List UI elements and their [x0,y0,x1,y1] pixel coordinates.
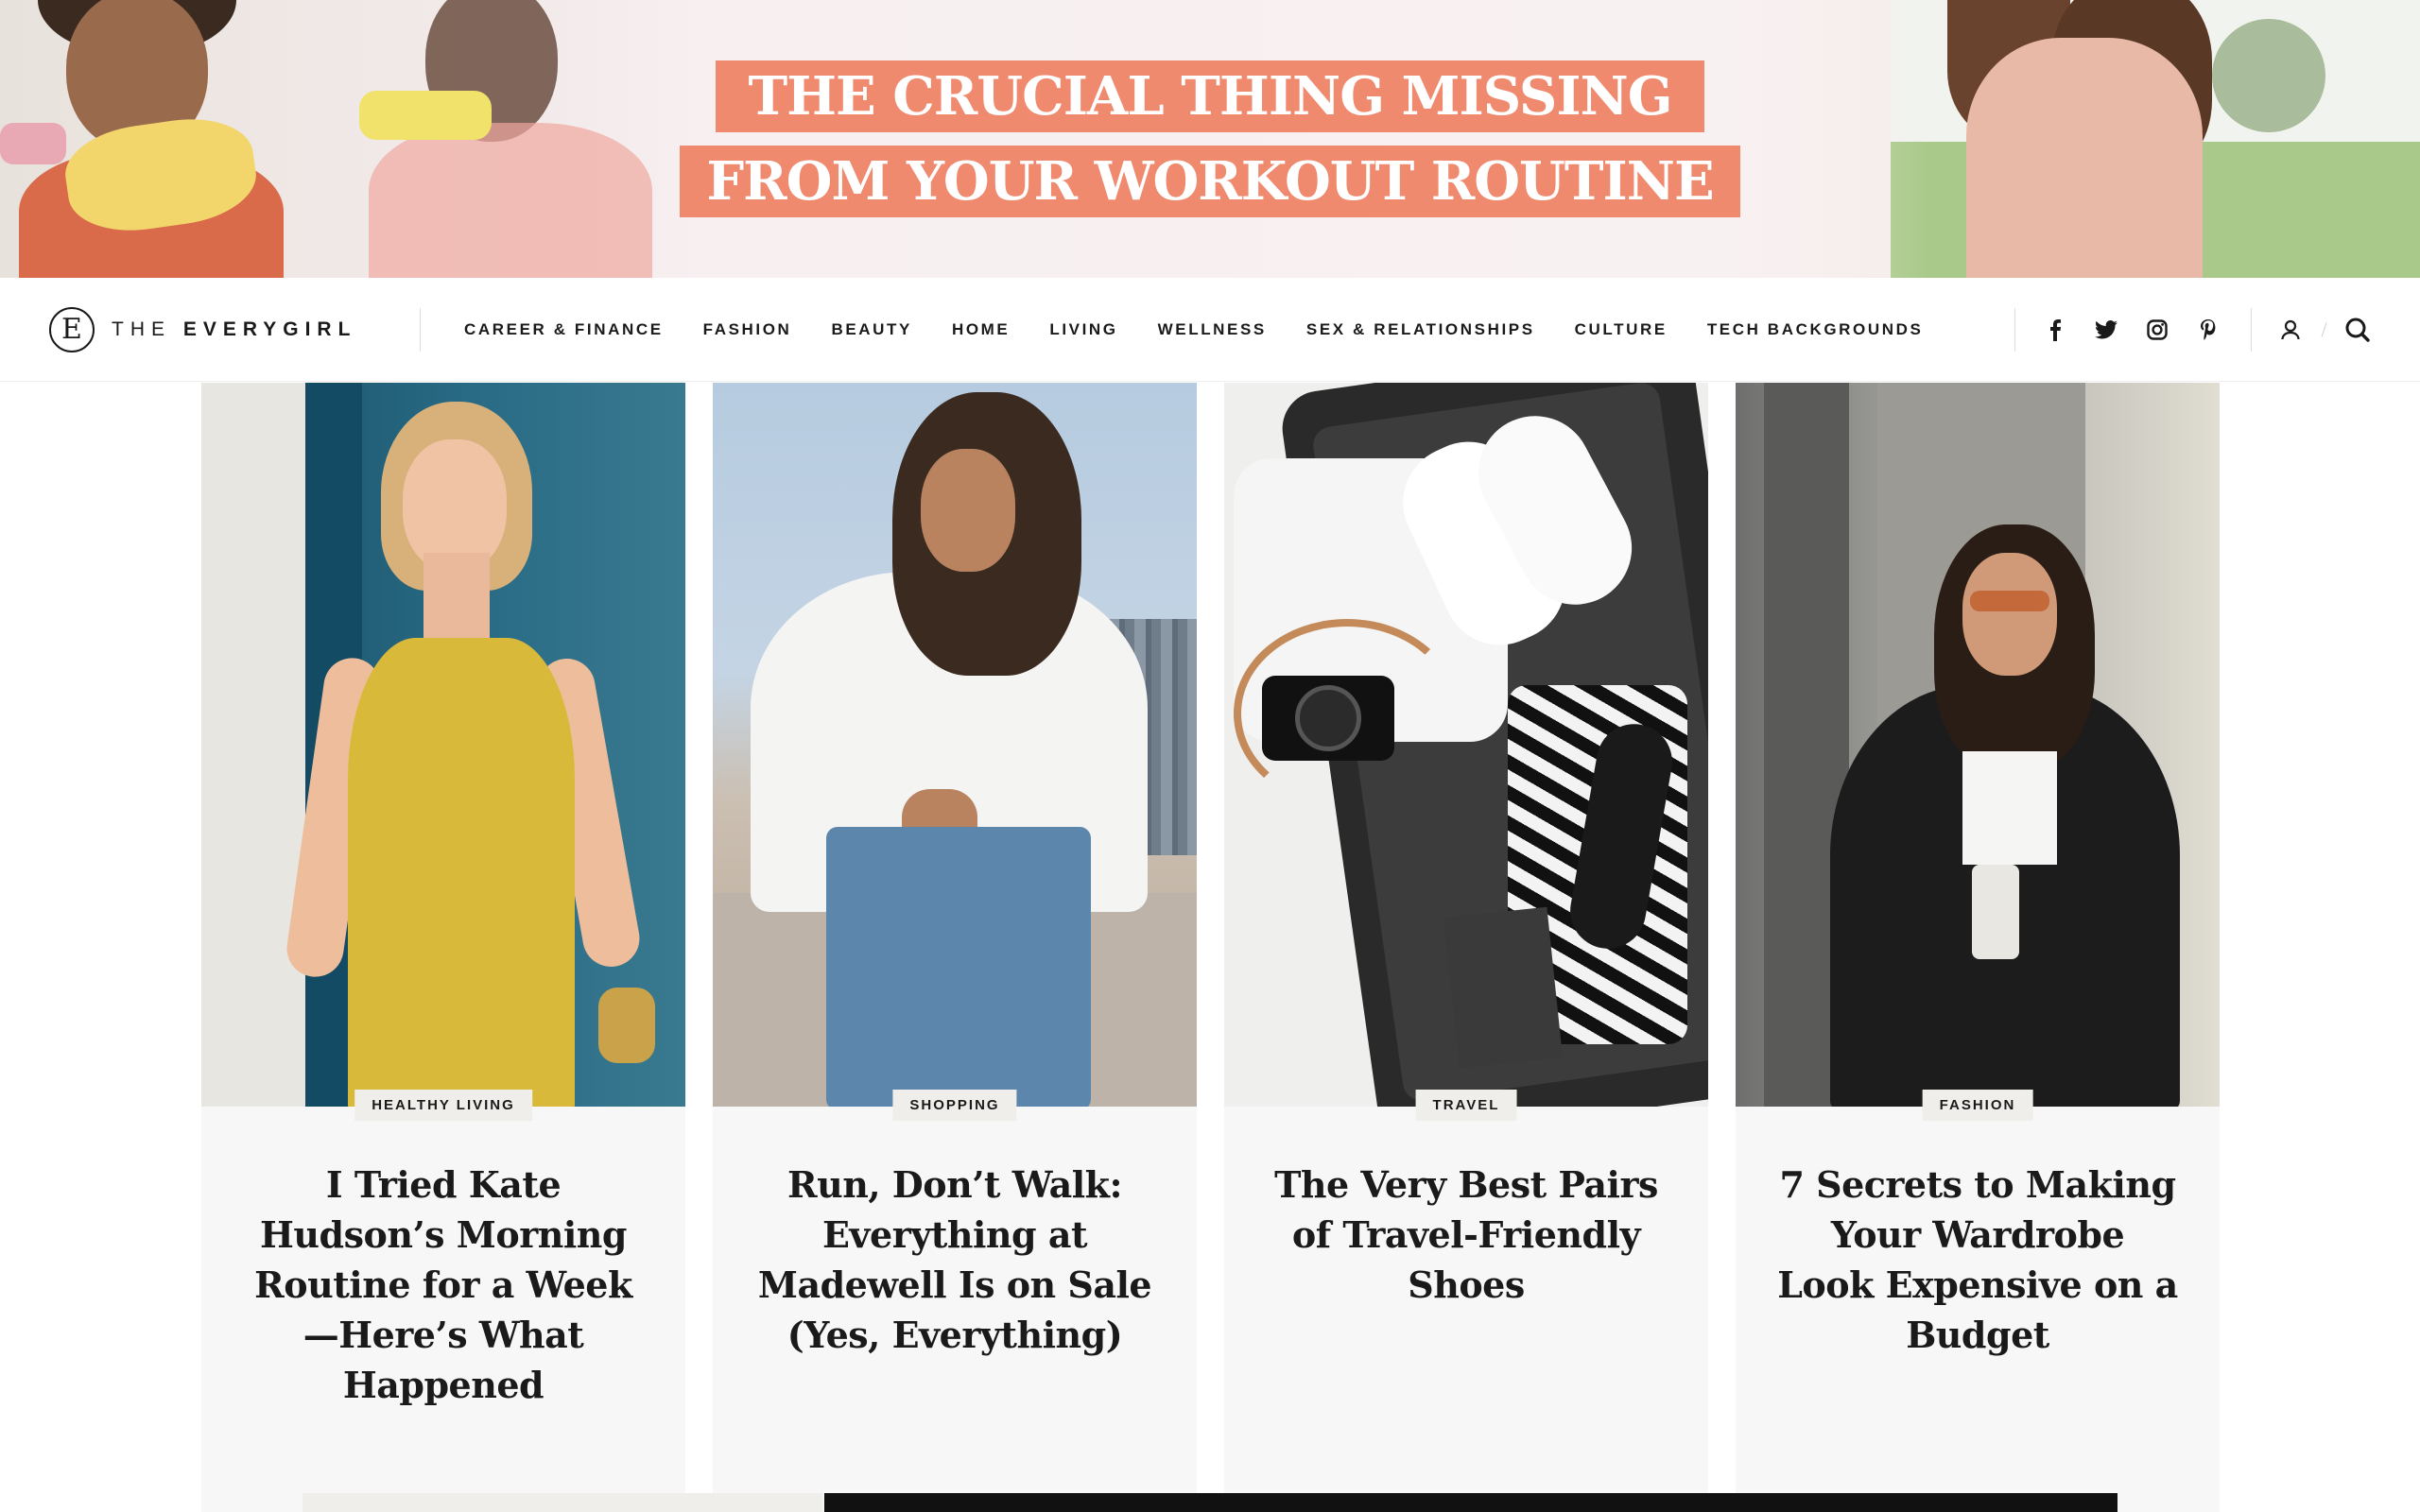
image-backdrop [201,383,305,1107]
article-title[interactable]: Run, Don’t Walk: Everything at Madewell … [754,1160,1155,1360]
category-tag[interactable]: SHOPPING [892,1090,1017,1121]
image-camera-lens [1295,685,1361,751]
nav-divider [2251,308,2252,352]
category-tag[interactable]: TRAVEL [1415,1090,1517,1121]
instagram-icon[interactable] [2144,317,2170,343]
category-tag[interactable]: FASHION [1922,1090,2033,1121]
nav-item-culture[interactable]: CULTURE [1575,320,1668,339]
twitter-icon[interactable] [2093,317,2119,343]
facebook-icon[interactable] [2042,317,2068,343]
nav-divider [420,308,421,352]
banner-headline-line-1[interactable]: The Crucial Thing Missing [0,60,2420,132]
article-card[interactable]: HEALTHY LIVING I Tried Kate Hudson’s Mor… [201,383,685,1512]
article-image[interactable] [713,383,1197,1107]
article-card[interactable]: SHOPPING Run, Don’t Walk: Everything at … [713,383,1197,1512]
utility-separator [2321,322,2327,337]
banner-headline-line-2[interactable]: From Your Workout Routine [0,146,2420,217]
nav-item-home[interactable]: HOME [952,320,1010,339]
image-face [921,449,1015,572]
main-navigation: E THE EVERYGIRL CAREER & FINANCE FASHION… [0,278,2420,382]
nav-item-career-finance[interactable]: CAREER & FINANCE [464,320,664,339]
article-image[interactable] [1224,383,1708,1107]
article-title[interactable]: I Tried Kate Hudson’s Morning Routine fo… [243,1160,644,1410]
account-icon[interactable] [2276,316,2305,344]
social-links [2042,278,2246,382]
banner-headline-text-2[interactable]: From Your Workout Routine [680,146,1740,217]
article-card[interactable]: FASHION 7 Secrets to Making Your Wardrob… [1736,383,2220,1512]
image-white-top [1962,751,2057,865]
nav-divider [2014,308,2015,352]
pinterest-icon[interactable] [2195,317,2221,343]
image-face [403,439,507,572]
search-icon[interactable] [2343,316,2372,344]
banner-headline-text-1[interactable]: The Crucial Thing Missing [716,60,1704,132]
logo-wordmark: THE EVERYGIRL [112,318,356,341]
image-clutch [598,988,655,1063]
image-yellow-dress [348,638,575,1107]
image-neck [424,553,490,638]
next-row-block [302,1493,822,1512]
image-face [1962,553,2057,676]
nav-item-fashion[interactable]: FASHION [703,320,792,339]
nav-item-beauty[interactable]: BEAUTY [831,320,912,339]
logo-mark: E [49,307,95,352]
article-image[interactable] [201,383,685,1107]
article-title[interactable]: 7 Secrets to Making Your Wardrobe Look E… [1777,1160,2178,1360]
image-jeans [826,827,1091,1107]
image-sunglasses [1970,591,2049,611]
nav-item-living[interactable]: LIVING [1049,320,1117,339]
article-image[interactable] [1736,383,2220,1107]
workout-banner-ad[interactable]: The Crucial Thing Missing From Your Work… [0,0,2420,278]
nav-menu: CAREER & FINANCE FASHION BEAUTY HOME LIV… [464,278,1962,382]
article-card[interactable]: TRAVEL The Very Best Pairs of Travel-Fri… [1224,383,1708,1512]
logo-name: EVERYGIRL [182,318,357,340]
utility-icons [2276,278,2372,382]
image-coffee-cup [1972,865,2019,959]
nav-item-tech-backgrounds[interactable]: TECH BACKGROUNDS [1707,320,1924,339]
image-wallet [1443,906,1564,1069]
nav-item-sex-relationships[interactable]: SEX & RELATIONSHIPS [1306,320,1535,339]
article-grid: HEALTHY LIVING I Tried Kate Hudson’s Mor… [201,383,2220,1512]
logo-prefix: THE [112,318,183,340]
nav-item-wellness[interactable]: WELLNESS [1158,320,1267,339]
site-logo[interactable]: E THE EVERYGIRL [49,306,356,353]
next-row-block-dark [824,1493,2118,1512]
article-title[interactable]: The Very Best Pairs of Travel-Friendly S… [1266,1160,1667,1310]
banner-fade [1645,0,1928,278]
category-tag[interactable]: HEALTHY LIVING [354,1090,532,1121]
